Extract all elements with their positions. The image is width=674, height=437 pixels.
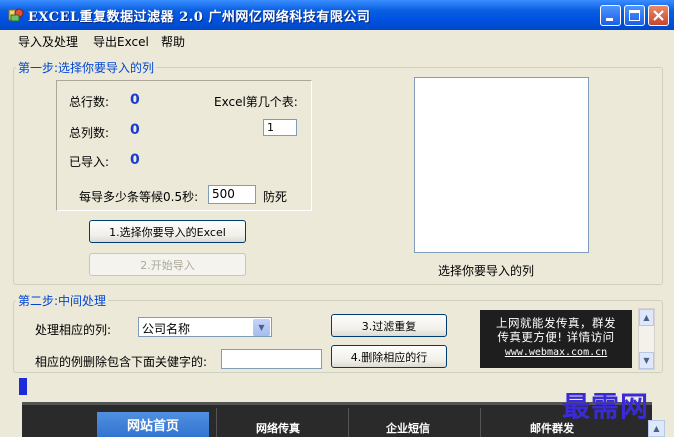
batch-size-input[interactable]: 500	[208, 185, 256, 204]
ad-line-2: 传真更方便! 详情访问	[497, 330, 615, 344]
imported-value: 0	[130, 152, 140, 168]
close-button[interactable]	[648, 5, 669, 26]
ad-url-link[interactable]: www.webmax.com.cn	[480, 347, 632, 358]
chevron-down-icon[interactable]: ▼	[253, 319, 270, 336]
scroll-down-icon[interactable]: ▼	[639, 352, 654, 369]
nav-fax-link[interactable]: 网络传真	[256, 420, 300, 436]
total-cols-label: 总列数:	[69, 126, 110, 140]
select-excel-button[interactable]: 1.选择你要导入的Excel	[89, 220, 246, 243]
total-cols-value: 0	[130, 122, 140, 138]
filter-duplicates-button[interactable]: 3.过滤重复	[331, 314, 447, 337]
nav-separator	[480, 408, 481, 437]
start-import-button[interactable]: 2.开始导入	[89, 253, 246, 276]
ad-line-1: 上网就能发传真，群发	[496, 316, 616, 330]
nav-separator	[216, 408, 217, 437]
maximize-icon	[629, 10, 640, 21]
column-list-caption: 选择你要导入的列	[438, 264, 535, 278]
nav-separator	[348, 408, 349, 437]
menu-export-excel[interactable]: 导出Excel	[93, 33, 149, 50]
minimize-button[interactable]	[600, 5, 621, 26]
step2-title: 第二步:中间处理	[16, 292, 109, 309]
step1-title: 第一步:选择你要导入的列	[16, 59, 157, 76]
process-column-select[interactable]: 公司名称 ▼	[138, 317, 272, 337]
import-progress-fill	[19, 378, 27, 395]
nav-home-link[interactable]: 网站首页	[97, 412, 209, 437]
ad-scrollbar[interactable]: ▲ ▼	[638, 308, 655, 370]
import-progress-bar	[16, 378, 656, 395]
delete-keyword-label: 相应的例删除包含下面关健字的:	[35, 355, 208, 369]
total-rows-label: 总行数:	[69, 95, 110, 109]
column-listbox[interactable]	[414, 77, 589, 253]
delete-rows-button[interactable]: 4.删除相应的行	[331, 345, 447, 368]
total-rows-value: 0	[130, 92, 140, 108]
imported-label: 已导入:	[69, 155, 110, 169]
app-icon	[8, 8, 24, 22]
watermark-text: 最需网	[562, 390, 650, 423]
batch-size-label: 每导多少条等候0.5秒:	[79, 190, 199, 204]
batch-size-suffix: 防死	[263, 190, 288, 204]
scroll-up-icon[interactable]: ▲	[639, 309, 654, 326]
menu-help[interactable]: 帮助	[161, 33, 185, 50]
delete-keyword-input[interactable]	[221, 349, 322, 369]
process-column-select-value: 公司名称	[142, 322, 191, 336]
close-icon	[653, 10, 664, 21]
sheet-index-input[interactable]: 1	[263, 119, 297, 136]
sheet-index-label: Excel第几个表:	[214, 95, 298, 109]
minimize-icon	[606, 18, 613, 21]
page-scroll-up-icon[interactable]: ▲	[648, 420, 665, 437]
fax-ad-banner[interactable]: 上网就能发传真，群发 传真更方便! 详情访问 www.webmax.com.cn	[480, 310, 632, 368]
menu-import-process[interactable]: 导入及处理	[18, 33, 78, 50]
maximize-button[interactable]	[624, 5, 645, 26]
process-column-label: 处理相应的列:	[35, 323, 112, 337]
nav-sms-link[interactable]: 企业短信	[386, 420, 430, 436]
window-title: EXCEL重复数据过滤器 2.0 广州网亿网络科技有限公司	[28, 10, 371, 25]
